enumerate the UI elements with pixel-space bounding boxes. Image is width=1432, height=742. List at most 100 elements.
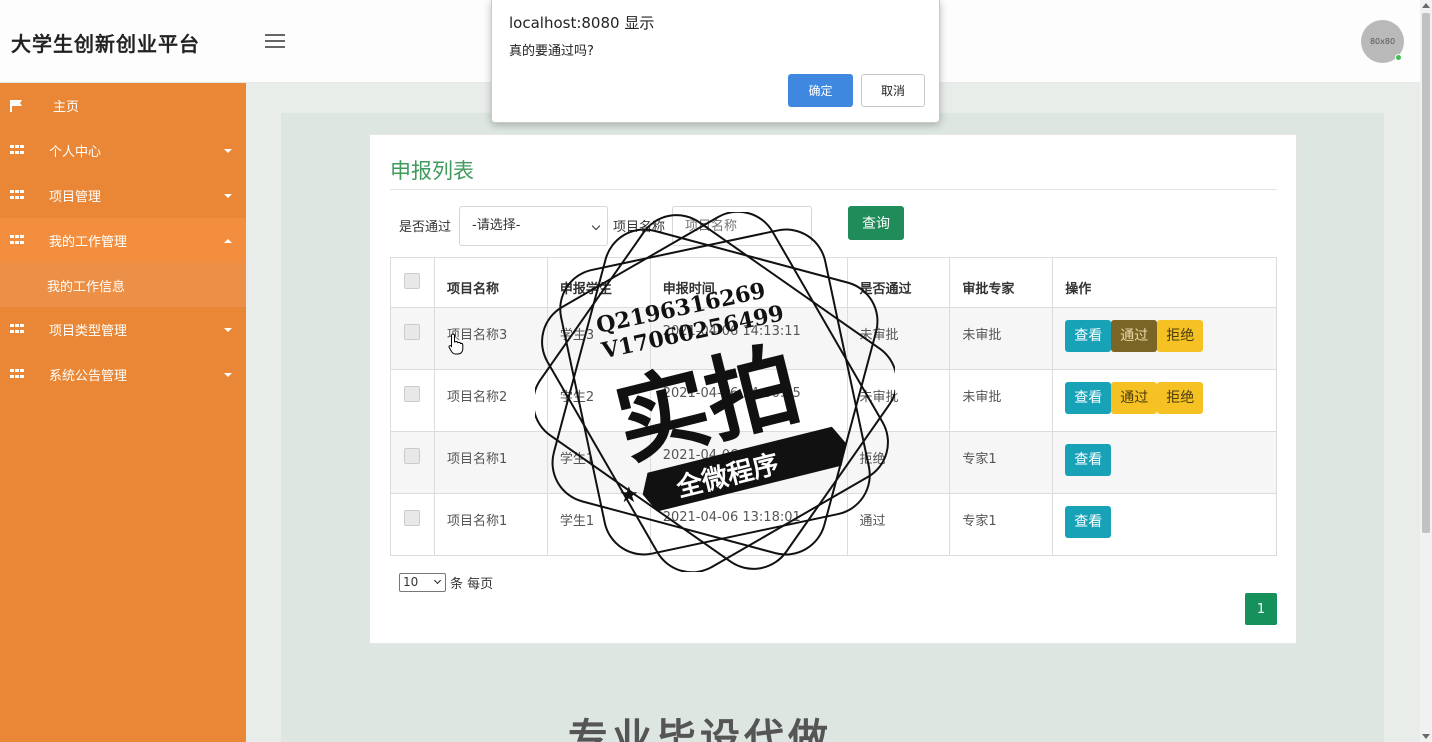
dialog-cancel-button[interactable]: 取消 (861, 74, 925, 107)
select-all-checkbox[interactable] (404, 273, 420, 289)
scroll-up-arrow-icon[interactable] (1422, 3, 1430, 8)
cell-time: 2021-04-06 14:00:25 (649, 369, 848, 432)
filter-name-label: 项目名称 (613, 220, 666, 235)
sidebar-item-announcements[interactable]: 系统公告管理 (0, 352, 246, 397)
scroll-down-arrow-icon[interactable] (1422, 734, 1430, 739)
app-brand: 大学生创新创业平台 (11, 32, 200, 56)
promo-heading: 专业毕设代做 (568, 716, 832, 742)
column-header: 是否通过 (846, 257, 951, 308)
list-card: 申报列表 是否通过 -请选择- 项目名称 查询 项目名称 申报学生 申报时间 是… (369, 134, 1297, 644)
cell-passed: 未审批 (846, 369, 951, 432)
cell-project-name: 项目名称3 (433, 307, 548, 370)
filter-pass-value: -请选择- (472, 218, 521, 233)
reject-button[interactable]: 拒绝 (1157, 382, 1204, 414)
cell-project-name: 项目名称1 (433, 493, 548, 556)
column-header: 审批专家 (949, 257, 1054, 308)
caret-down-icon (224, 193, 232, 198)
page-size-control: 10 条 每页 (399, 573, 493, 592)
column-header: 申报学生 (546, 257, 651, 308)
page-size-value: 10 (403, 575, 419, 589)
sidebar-item-personal-center[interactable]: 个人中心 (0, 128, 246, 173)
scrollbar-thumb[interactable] (1422, 13, 1430, 533)
view-button[interactable]: 查看 (1065, 506, 1112, 538)
row-select-cell (390, 307, 435, 370)
caret-up-icon (224, 238, 232, 243)
column-header: 申报时间 (649, 257, 848, 308)
caret-down-icon (224, 148, 232, 153)
view-button[interactable]: 查看 (1065, 382, 1112, 414)
cell-passed: 通过 (846, 493, 951, 556)
title-divider (390, 189, 1277, 190)
sidebar-item-home[interactable]: 主页 (0, 83, 246, 128)
dialog-message: 真的要通过吗? (509, 44, 594, 59)
row-select-cell (390, 431, 435, 494)
sidebar-item-label: 项目类型管理 (49, 324, 128, 339)
sidebar-item-project-management[interactable]: 项目管理 (0, 173, 246, 218)
sidebar-subitem-label: 我的工作信息 (47, 279, 126, 295)
cell-student: 学生3 (546, 307, 651, 370)
column-header: 操作 (1052, 257, 1277, 308)
pass-button[interactable]: 通过 (1111, 382, 1158, 414)
cell-passed: 未审批 (846, 307, 951, 370)
sidebar-item-label: 系统公告管理 (49, 369, 128, 384)
dialog-title: localhost:8080 显示 (509, 14, 655, 32)
cell-time: 2021-04-06 14:13:11 (649, 307, 848, 370)
cell-passed: 拒绝 (846, 431, 951, 494)
table-row: 项目名称2 学生2 2021-04-06 14:00:25 未审批 未审批 查看… (390, 369, 1277, 432)
filter-name-input[interactable] (672, 206, 812, 246)
menu-toggle-icon[interactable] (265, 34, 285, 48)
grid-icon (10, 144, 24, 157)
query-button[interactable]: 查询 (848, 206, 904, 240)
cell-expert: 专家1 (949, 493, 1054, 556)
sidebar-item-label: 主页 (53, 100, 80, 115)
view-button[interactable]: 查看 (1065, 444, 1112, 476)
cell-student: 学生1 (546, 431, 651, 494)
cell-actions: 查看 (1052, 431, 1277, 494)
sidebar-item-label: 个人中心 (49, 145, 102, 160)
page-title: 申报列表 (390, 159, 474, 183)
cell-student: 学生1 (546, 493, 651, 556)
pass-button[interactable]: 通过 (1111, 320, 1158, 352)
cell-actions: 查看 (1052, 493, 1277, 556)
cell-student: 学生2 (546, 369, 651, 432)
table-row: 项目名称3 学生3 2021-04-06 14:13:11 未审批 未审批 查看… (390, 307, 1277, 370)
filter-pass-select[interactable]: -请选择- (459, 206, 608, 246)
dialog-ok-button[interactable]: 确定 (788, 74, 853, 107)
row-checkbox[interactable] (404, 386, 420, 402)
caret-down-icon (224, 327, 232, 332)
pagination-page-1[interactable]: 1 (1245, 593, 1277, 625)
sidebar: 主页 个人中心 项目管理 我的工作管理 我的工作信息 项目类型管理 系统公告管理 (0, 83, 246, 742)
flag-icon (10, 99, 22, 112)
cell-project-name: 项目名称2 (433, 369, 548, 432)
sidebar-item-my-work[interactable]: 我的工作管理 (0, 218, 246, 263)
sidebar-subitem-my-work-info[interactable]: 我的工作信息 (0, 263, 246, 307)
cell-time: 2021-04-06 (649, 431, 848, 494)
page-size-suffix: 条 每页 (450, 577, 494, 592)
reject-button[interactable]: 拒绝 (1157, 320, 1204, 352)
table-row: 项目名称1 学生1 2021-04-06 13:18:01 通过 专家1 查看 (390, 493, 1277, 556)
cell-expert: 未审批 (949, 369, 1054, 432)
chevron-down-icon (433, 576, 442, 585)
page-scrollbar[interactable] (1420, 0, 1432, 742)
chevron-down-icon (591, 221, 601, 231)
page-size-select[interactable]: 10 (399, 573, 446, 592)
cell-project-name: 项目名称1 (433, 431, 548, 494)
grid-icon (10, 234, 24, 247)
caret-down-icon (224, 372, 232, 377)
sidebar-item-label: 我的工作管理 (49, 235, 128, 250)
grid-icon (10, 368, 24, 381)
row-checkbox[interactable] (404, 324, 420, 340)
sidebar-item-project-type[interactable]: 项目类型管理 (0, 307, 246, 352)
cell-expert: 专家1 (949, 431, 1054, 494)
row-select-cell (390, 369, 435, 432)
cell-time: 2021-04-06 13:18:01 (649, 493, 848, 556)
row-checkbox[interactable] (404, 448, 420, 464)
view-button[interactable]: 查看 (1065, 320, 1112, 352)
select-all-cell (390, 257, 435, 308)
row-checkbox[interactable] (404, 510, 420, 526)
cell-expert: 未审批 (949, 307, 1054, 370)
cell-actions: 查看 通过 拒绝 (1052, 369, 1277, 432)
online-status-dot (1395, 54, 1402, 61)
grid-icon (10, 323, 24, 336)
declaration-table: 项目名称 申报学生 申报时间 是否通过 审批专家 操作 项目名称3 学生3 20… (390, 257, 1277, 556)
